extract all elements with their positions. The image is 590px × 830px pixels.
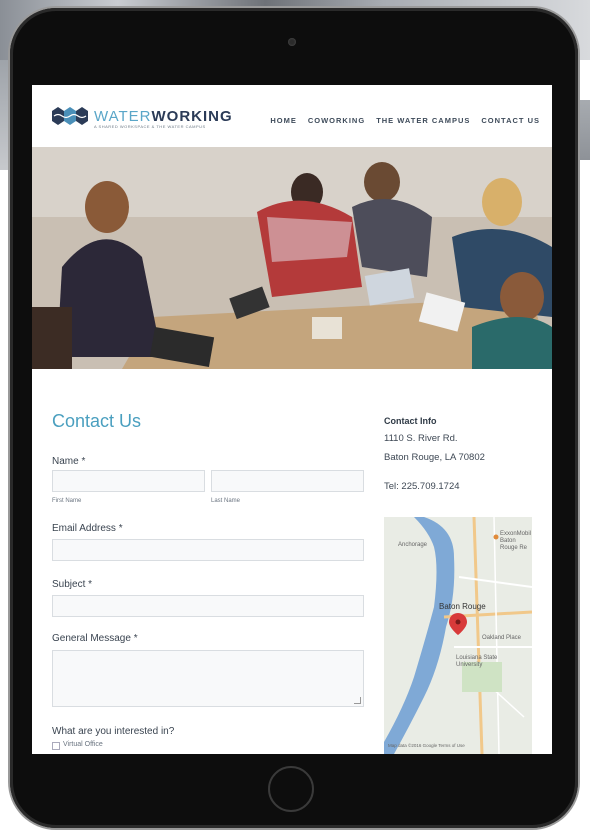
subject-field[interactable] — [52, 595, 364, 617]
address-line-2: Baton Rouge, LA 70802 — [384, 452, 485, 463]
address-line-1: 1110 S. River Rd. — [384, 433, 458, 444]
hero-team-image — [32, 147, 552, 369]
map-label-anchorage: Anchorage — [398, 542, 428, 548]
phone-number[interactable]: Tel: 225.709.1724 — [384, 481, 460, 492]
tablet-screen: WATERWORKING A SHARED WORKSPACE & THE WA… — [32, 85, 552, 754]
virtual-office-label: Virtual Office — [63, 741, 103, 748]
message-textarea[interactable] — [52, 650, 364, 707]
map-label-exxonmobil: ExxonMobil Baton Rouge Re — [500, 531, 532, 551]
nav-home[interactable]: HOME — [270, 116, 297, 125]
first-name-sublabel: First Name — [52, 498, 82, 504]
hero-photo — [32, 147, 552, 369]
contact-info-title: Contact Info — [384, 416, 437, 426]
first-name-field[interactable] — [52, 470, 205, 492]
map-label-baton-rouge: Baton Rouge — [439, 602, 486, 611]
logo-light-text: WATER — [94, 107, 152, 125]
logo-bold-text: WORKING — [151, 107, 233, 125]
resize-grip-icon[interactable] — [354, 697, 361, 704]
email-label: Email Address * — [52, 523, 123, 534]
contact-heading: Contact Us — [52, 411, 142, 431]
nav-water-campus[interactable]: THE WATER CAMPUS — [376, 116, 470, 125]
main-nav: HOME COWORKING THE WATER CAMPUS CONTACT … — [270, 116, 540, 125]
site-logo[interactable]: WATERWORKING A SHARED WORKSPACE & THE WA… — [52, 107, 233, 129]
site-header: WATERWORKING A SHARED WORKSPACE & THE WA… — [32, 85, 552, 147]
virtual-office-checkbox[interactable] — [52, 742, 60, 750]
nav-coworking[interactable]: COWORKING — [308, 116, 365, 125]
message-label: General Message * — [52, 633, 138, 644]
last-name-sublabel: Last Name — [211, 498, 241, 504]
home-button[interactable] — [268, 766, 314, 812]
map-attribution[interactable]: Map data ©2016 Google Terms of Use — [388, 743, 465, 748]
logo-waves-icon — [52, 107, 88, 125]
nav-contact-us[interactable]: CONTACT US — [481, 116, 540, 125]
google-map[interactable]: Anchorage ExxonMobil Baton Rouge Re Bato… — [384, 517, 532, 754]
subject-label: Subject * — [52, 579, 93, 590]
last-name-field[interactable] — [211, 470, 364, 492]
email-field[interactable] — [52, 539, 364, 561]
map-label-lsu: Louisiana State University — [456, 655, 498, 668]
logo-wordmark: WATERWORKING — [94, 109, 233, 124]
interest-label: What are you interested in? — [52, 726, 175, 737]
map-label-oakland-place: Oakland Place — [482, 635, 522, 641]
name-label: Name * — [52, 456, 86, 467]
camera-icon — [288, 38, 296, 46]
tablet-device: WATERWORKING A SHARED WORKSPACE & THE WA… — [10, 8, 578, 828]
logo-tagline: A SHARED WORKSPACE & THE WATER CAMPUS — [94, 124, 206, 129]
